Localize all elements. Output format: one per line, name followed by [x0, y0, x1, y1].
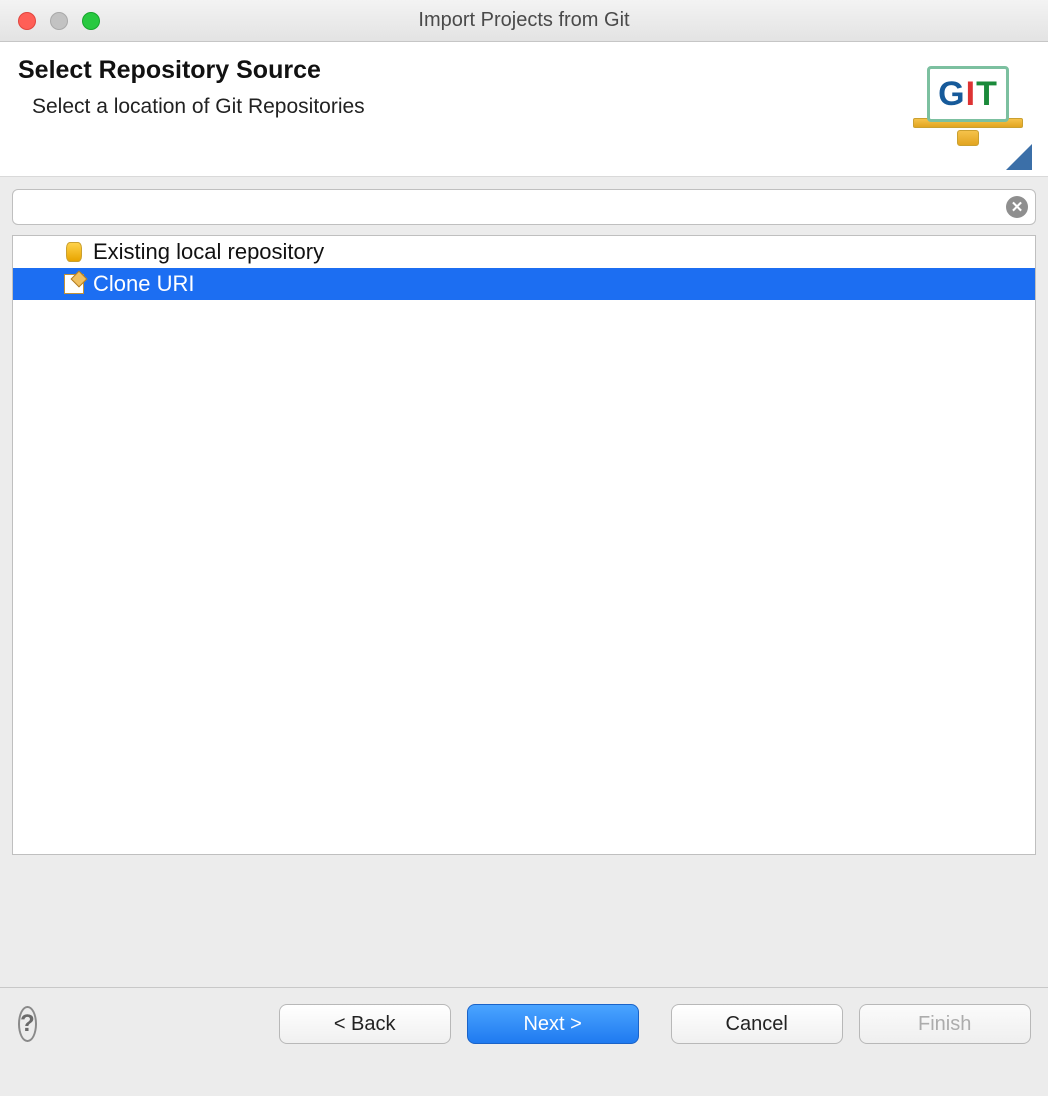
titlebar: Import Projects from Git — [0, 0, 1048, 42]
window-title: Import Projects from Git — [0, 9, 1048, 32]
next-button[interactable]: Next > — [467, 1004, 639, 1044]
repository-source-list[interactable]: Existing local repository Clone URI — [12, 235, 1036, 855]
wizard-content: ✕ Existing local repository Clone URI — [0, 177, 1048, 867]
filter-row: ✕ — [12, 189, 1036, 225]
list-item-label: Existing local repository — [93, 239, 324, 265]
git-logo-i: I — [966, 75, 976, 114]
help-icon: ? — [20, 1010, 35, 1038]
back-button[interactable]: < Back — [279, 1004, 451, 1044]
wizard-banner: Select Repository Source Select a locati… — [0, 42, 1048, 177]
close-icon: ✕ — [1011, 198, 1024, 216]
git-logo-icon: GIT — [910, 56, 1026, 156]
list-item-existing-local[interactable]: Existing local repository — [13, 236, 1035, 268]
help-button[interactable]: ? — [18, 1006, 37, 1042]
git-logo-g: G — [938, 75, 965, 114]
wizard-subheading: Select a location of Git Repositories — [18, 95, 365, 119]
finish-button: Finish — [859, 1004, 1031, 1044]
paper-edit-icon — [63, 273, 85, 295]
list-item-label: Clone URI — [93, 271, 194, 297]
git-logo-t: T — [976, 75, 998, 114]
wizard-heading: Select Repository Source — [18, 56, 365, 85]
cylinder-icon — [63, 241, 85, 263]
list-item-clone-uri[interactable]: Clone URI — [13, 268, 1035, 300]
cancel-button[interactable]: Cancel — [671, 1004, 843, 1044]
clear-filter-button[interactable]: ✕ — [1006, 196, 1028, 218]
filter-input[interactable] — [12, 189, 1036, 225]
wizard-footer: ? < Back Next > Cancel Finish — [0, 988, 1048, 1060]
